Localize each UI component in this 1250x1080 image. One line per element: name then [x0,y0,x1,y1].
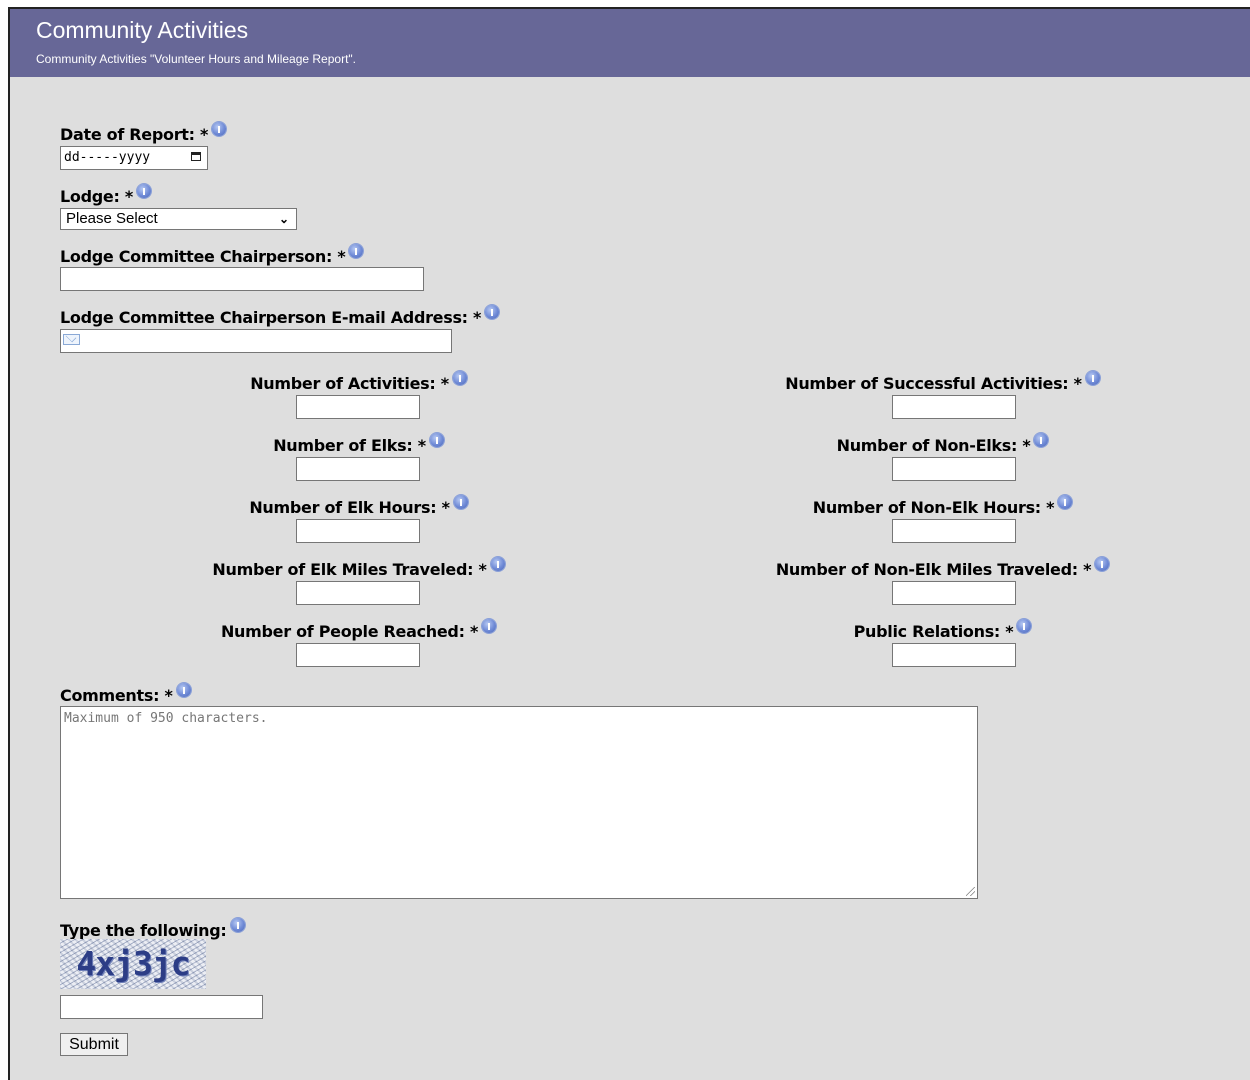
info-icon[interactable] [452,371,467,385]
info-icon[interactable] [212,122,227,136]
captcha-label: Type the following: [60,918,245,940]
number-of-non-elks-label: Number of Non-Elks: * [725,433,1160,455]
number-of-elk-hours-input[interactable] [296,519,420,543]
calendar-icon[interactable] [191,152,201,161]
info-icon[interactable] [1017,619,1032,633]
number-of-elk-miles-input[interactable] [296,581,420,605]
number-of-non-elk-miles-label: Number of Non-Elk Miles Traveled: * [725,557,1160,579]
lodge-label: Lodge: * [60,184,151,206]
submit-button[interactable]: Submit [60,1033,128,1056]
page-subtitle: Community Activities "Volunteer Hours an… [36,52,356,66]
number-of-people-reached-input[interactable] [296,643,420,667]
info-icon[interactable] [349,244,364,258]
number-of-non-elk-miles-input[interactable] [892,581,1016,605]
captcha-image: 4xj3jc [60,939,206,989]
envelope-icon [63,334,80,345]
date-of-report-input[interactable]: dd-----yyyy [60,146,208,170]
public-relations-input[interactable] [892,643,1016,667]
chairperson-email-label: Lodge Committee Chairperson E-mail Addre… [60,305,500,327]
chairperson-email-input[interactable] [60,329,452,353]
info-icon[interactable] [485,305,500,319]
comments-textarea[interactable]: Maximum of 950 characters. [60,706,978,899]
captcha-label-text: Type the following: [60,921,227,940]
chevron-down-icon: ⌄ [278,212,289,226]
lodge-selected-value: Please Select [66,210,158,227]
number-of-non-elk-hours-input[interactable] [892,519,1016,543]
number-of-activities-label-text: Number of Activities: * [250,374,449,393]
info-icon[interactable] [453,495,468,509]
lodge-select[interactable]: Please Select ⌄ [60,208,297,230]
number-of-non-elks-input[interactable] [892,457,1016,481]
info-icon[interactable] [176,683,191,697]
comments-placeholder: Maximum of 950 characters. [64,711,268,726]
chairperson-input[interactable] [60,267,424,291]
number-of-elks-label-text: Number of Elks: * [273,436,426,455]
number-of-non-elk-hours-label: Number of Non-Elk Hours: * [725,495,1160,517]
info-icon[interactable] [482,619,497,633]
number-of-successful-activities-input[interactable] [892,395,1016,419]
page-title: Community Activities [36,17,249,43]
number-of-non-elk-hours-label-text: Number of Non-Elk Hours: * [812,498,1055,517]
info-icon[interactable] [1095,557,1110,571]
number-of-people-reached-label: Number of People Reached: * [160,619,557,641]
number-of-activities-input[interactable] [296,395,420,419]
public-relations-label: Public Relations: * [725,619,1160,641]
info-icon[interactable] [490,557,505,571]
page-frame: Community Activities Community Activitie… [8,7,1250,1080]
number-of-successful-activities-label: Number of Successful Activities: * [725,371,1160,393]
number-of-non-elk-miles-label-text: Number of Non-Elk Miles Traveled: * [775,560,1092,579]
info-icon[interactable] [136,184,151,198]
page-header: Community Activities Community Activitie… [10,9,1250,77]
number-of-people-reached-label-text: Number of People Reached: * [220,622,479,641]
number-of-elks-input[interactable] [296,457,420,481]
number-of-elks-label: Number of Elks: * [160,433,557,455]
info-icon[interactable] [1085,371,1100,385]
number-of-successful-activities-label-text: Number of Successful Activities: * [785,374,1082,393]
lodge-label-text: Lodge: * [60,187,133,206]
info-icon[interactable] [1058,495,1073,509]
date-of-report-label-text: Date of Report: * [60,125,209,144]
number-of-activities-label: Number of Activities: * [160,371,557,393]
info-icon[interactable] [429,433,444,447]
date-placeholder: dd-----yyyy [64,150,151,165]
chairperson-label: Lodge Committee Chairperson: * [60,244,364,266]
info-icon[interactable] [1034,433,1049,447]
chairperson-label-text: Lodge Committee Chairperson: * [60,247,346,266]
number-of-elk-hours-label: Number of Elk Hours: * [160,495,557,517]
resize-grip-icon[interactable] [966,887,975,896]
number-of-elk-miles-label: Number of Elk Miles Traveled: * [160,557,557,579]
number-of-elk-hours-label-text: Number of Elk Hours: * [249,498,450,517]
captcha-input[interactable] [60,995,263,1019]
info-icon[interactable] [230,918,245,932]
date-of-report-label: Date of Report: * [60,122,227,144]
number-of-elk-miles-label-text: Number of Elk Miles Traveled: * [212,560,487,579]
comments-label-text: Comments: * [60,686,173,705]
number-of-non-elks-label-text: Number of Non-Elks: * [836,436,1031,455]
comments-label: Comments: * [60,683,191,705]
chairperson-email-label-text: Lodge Committee Chairperson E-mail Addre… [60,308,482,327]
public-relations-label-text: Public Relations: * [853,622,1014,641]
